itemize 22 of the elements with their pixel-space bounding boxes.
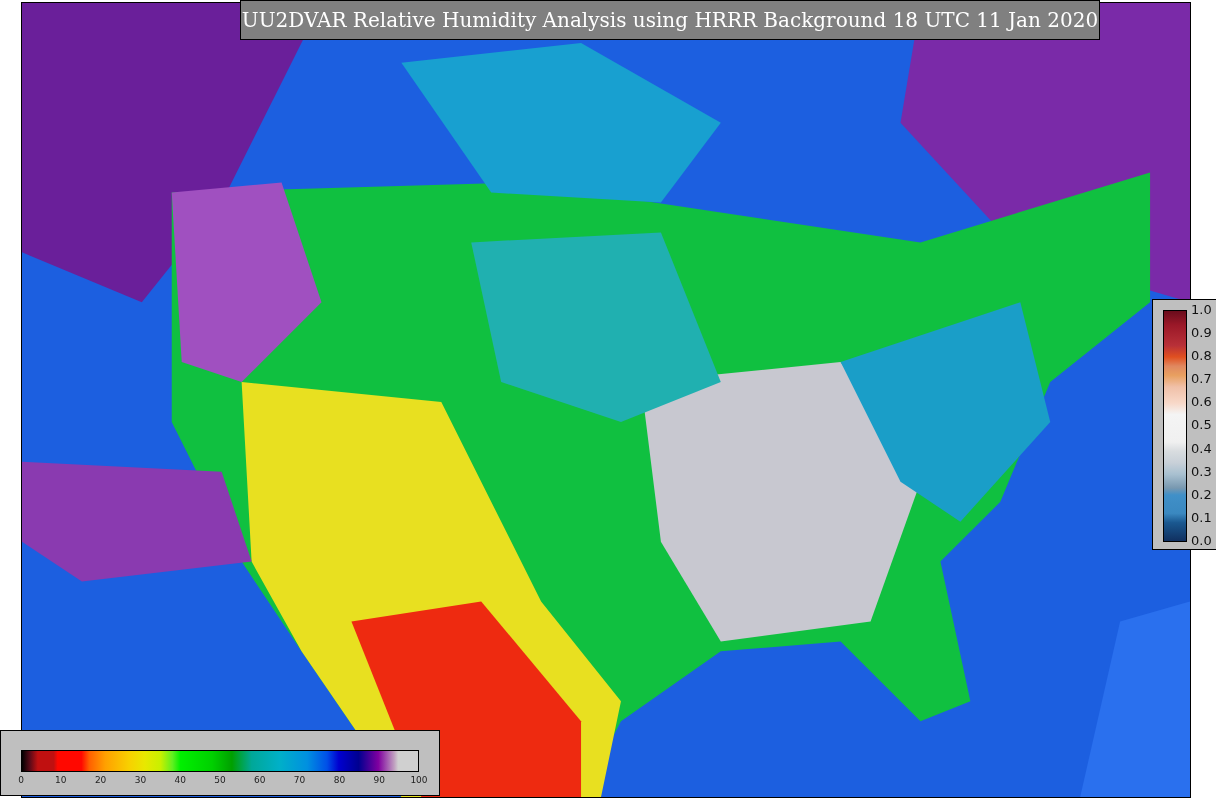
tick-label: 0.8 [1191, 348, 1212, 364]
tick-label: 60 [255, 775, 264, 785]
tick-label: 30 [136, 775, 145, 785]
tick-label: 50 [216, 775, 224, 785]
tick-label: 40 [176, 775, 185, 785]
tick-label: 0.7 [1191, 371, 1212, 387]
tick-label: 20 [96, 775, 105, 785]
map-title: UU2DVAR Relative Humidity Analysis using HRRR Background 18 UTC 11 Jan 2020 [240, 0, 1100, 40]
tick-label: 1.0 [1191, 302, 1212, 317]
tick-label: 0.0 [1191, 532, 1212, 548]
tick-label: 80 [335, 775, 344, 785]
tick-label: 0.1 [1191, 509, 1212, 525]
tick-label: 0 [17, 775, 25, 785]
tick-label: 90 [375, 775, 384, 785]
tick-label: 0.5 [1191, 417, 1212, 433]
tick-label: 0.4 [1191, 440, 1212, 456]
tick-label: 10 [56, 775, 65, 785]
tick-label: 0.2 [1191, 486, 1212, 502]
tick-label: 0.3 [1191, 463, 1212, 479]
tick-label: 0.6 [1191, 394, 1212, 410]
tick-label: 0.9 [1191, 325, 1212, 341]
tick-label: 70 [295, 775, 304, 785]
